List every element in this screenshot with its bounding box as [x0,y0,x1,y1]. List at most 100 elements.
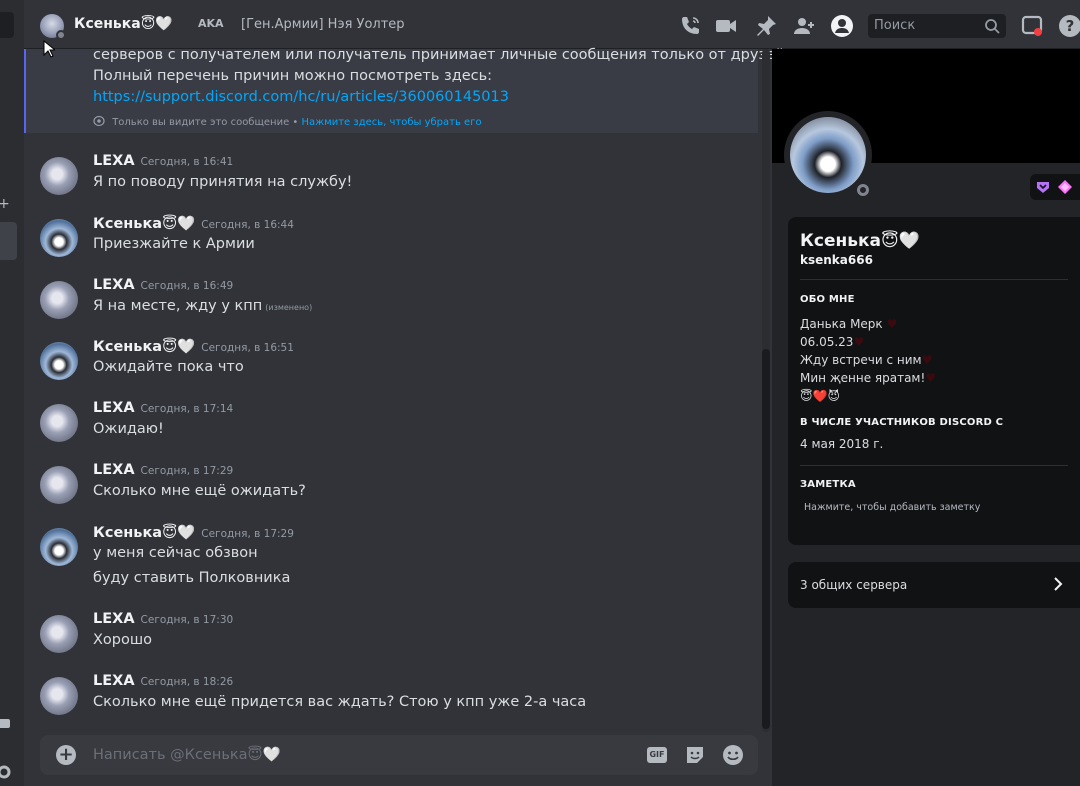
divider [800,279,1068,280]
status-offline-indicator [56,30,66,40]
message-author[interactable]: Ксенька😇🤍 Сегодня, в 17:29 [93,524,294,541]
scrollbar-thumb[interactable] [762,349,770,729]
message-author[interactable]: LEXA Сегодня, в 17:29 [93,462,233,478]
user-profile-panel: Ксенька😇🤍 ksenka666 ОБО МНЕ Данька Мерк … [772,49,1080,786]
message-author[interactable]: Ксенька😇🤍 Сегодня, в 16:44 [93,215,294,232]
author-avatar[interactable] [40,466,78,504]
author-avatar[interactable] [40,281,78,319]
search-input[interactable]: Поиск [868,14,1006,38]
profile-avatar[interactable] [784,111,872,199]
message-timestamp: Сегодня, в 16:49 [140,280,234,292]
dismiss-message-link[interactable]: Нажмите здесь, чтобы убрать его [302,117,482,128]
message-author[interactable]: LEXA Сегодня, в 18:26 [93,673,233,689]
note-heading: ЗАМЕТКА [800,479,856,490]
author-avatar[interactable] [40,404,78,442]
sticker-icon[interactable] [683,743,707,767]
ephemeral-note: Только вы видите это сообщение • Нажмите… [93,115,482,128]
help-icon[interactable]: ? [1058,14,1080,38]
eye-icon [93,115,105,127]
dark-heart-icon: ♥ [925,371,937,385]
message-timestamp: Сегодня, в 18:26 [140,676,234,688]
attach-plus-icon[interactable]: + [56,745,76,765]
add-friends-to-dm-icon[interactable] [792,14,816,38]
gif-button[interactable]: GIF [647,747,667,763]
message-text: Ожидайте пока что [93,359,244,375]
message-author[interactable]: LEXA Сегодня, в 16:49 [93,277,233,293]
message-timestamp: Сегодня, в 17:29 [140,465,234,477]
author-avatar[interactable] [40,157,78,195]
mutual-servers-button[interactable]: 3 общих сервера [788,562,1080,608]
author-avatar[interactable] [40,528,78,566]
message-text: Я на месте, жду у кпп (изменено) [93,298,313,314]
emoji-icon[interactable] [721,743,745,767]
server-boost-badge-icon[interactable] [1058,180,1072,194]
mutual-servers-label: 3 общих сервера [800,578,908,592]
member-since-heading: В ЧИСЛЕ УЧАСТНИКОВ DISCORD С [800,417,1004,428]
system-message: серверов с получателем или получатель пр… [24,47,789,133]
message-timestamp: Сегодня, в 16:44 [201,219,294,231]
about-me-text: Данька Мерк ♥ 06.05.23♥ Жду встречи с ни… [800,317,937,403]
user-profile-toggle-icon[interactable] [830,14,854,38]
status-offline-indicator [854,181,872,199]
chevron-right-icon [1054,577,1063,591]
system-message-line2: Полный перечень причин можно посмотреть … [93,68,493,84]
add-dm-icon[interactable]: + [0,196,10,212]
message-timestamp: Сегодня, в 16:41 [140,156,234,168]
message-text: Приезжайте к Армии [93,236,255,252]
message-timestamp: Сегодня, в 16:51 [201,342,294,354]
video-call-icon[interactable] [714,14,738,38]
message-timestamp: Сегодня, в 17:30 [140,614,234,626]
inbox-icon[interactable] [1020,14,1044,38]
dark-heart-icon: ♥ [853,335,865,349]
edited-marker: (изменено) [265,303,313,312]
svg-text:?: ? [1066,17,1075,35]
message-text: Хорошо [93,632,153,648]
message-text: у меня сейчас обзвон [93,545,258,561]
pinned-messages-icon[interactable] [754,14,778,38]
message-timestamp: Сегодня, в 17:14 [140,403,234,415]
profile-username[interactable]: ksenka666 [800,253,873,267]
user-panel-icon[interactable] [0,716,12,732]
ephemeral-note-text: Только вы видите это сообщение • [112,117,299,128]
message-timestamp: Сегодня, в 17:29 [201,528,294,540]
search-placeholder: Поиск [874,18,916,33]
search-icon [985,19,1000,34]
profile-card: Ксенька😇🤍 ksenka666 ОБО МНЕ Данька Мерк … [788,217,1080,545]
dark-heart-icon: ♥ [921,353,933,367]
selected-dm-item[interactable] [0,222,17,260]
system-message-line1: серверов с получателем или получатель пр… [93,47,790,63]
message-author[interactable]: LEXA Сегодня, в 17:14 [93,400,233,416]
server-sidebar: + [0,0,24,786]
header-avatar[interactable] [40,14,66,40]
profile-display-name: Ксенька😇🤍 [800,231,920,251]
mouse-cursor-icon [43,40,55,58]
message-composer[interactable]: + Написать @Ксенька😇🤍 GIF [40,735,758,775]
message-input[interactable]: Написать @Ксенька😇🤍 [93,746,281,763]
support-link[interactable]: https://support.discord.com/hc/ru/articl… [93,89,509,105]
dm-header: Ксенька😇🤍 AKA [Ген.Армии] Нэя Уолтер Пои… [24,0,1080,49]
author-avatar[interactable] [40,219,78,257]
author-avatar[interactable] [40,677,78,715]
settings-gear-icon[interactable] [0,764,12,780]
sidebar-search-stub[interactable] [0,12,14,38]
message-text: Сколько мне ещё ожидать? [93,483,306,499]
note-input[interactable]: Нажмите, чтобы добавить заметку [804,502,980,513]
message-text-continued: буду ставить Полковника [93,570,291,586]
chat-scrollbar[interactable] [762,49,770,732]
dm-title[interactable]: Ксенька😇🤍 [74,16,173,32]
profile-badges [1030,174,1080,200]
member-since-date: 4 мая 2018 г. [800,437,884,451]
message-author[interactable]: LEXA Сегодня, в 17:30 [93,611,233,627]
message-author[interactable]: Ксенька😇🤍 Сегодня, в 16:51 [93,338,294,355]
message-text: Ожидаю! [93,421,164,437]
nitro-badge-icon[interactable] [1036,180,1050,194]
author-avatar[interactable] [40,615,78,653]
about-me-heading: ОБО МНЕ [800,294,855,305]
message-text: Я по поводу принятия на службу! [93,174,353,190]
voice-call-icon[interactable] [678,14,702,38]
author-avatar[interactable] [40,342,78,380]
aka-value: [Ген.Армии] Нэя Уолтер [241,17,405,32]
profile-avatar-image [790,117,866,193]
message-author[interactable]: LEXA Сегодня, в 16:41 [93,153,233,169]
message-text: Сколько мне ещё придется вас ждать? Стою… [93,694,587,710]
